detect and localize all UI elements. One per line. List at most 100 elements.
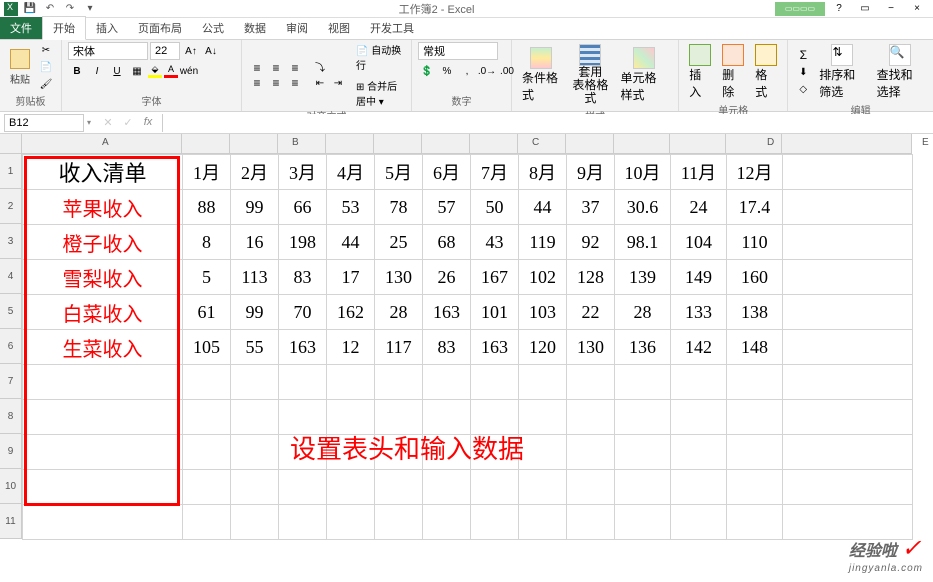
underline-button[interactable]: U <box>108 63 126 79</box>
wrap-text-button[interactable]: 📄 自动换行 <box>356 42 405 72</box>
tab-view[interactable]: 视图 <box>318 17 360 39</box>
font-size-select[interactable] <box>150 42 180 60</box>
cell[interactable] <box>519 505 567 540</box>
tab-developer[interactable]: 开发工具 <box>360 17 424 39</box>
cell[interactable]: 11月 <box>671 155 727 190</box>
cell[interactable]: 8 <box>183 225 231 260</box>
tab-data[interactable]: 数据 <box>234 17 276 39</box>
cell[interactable]: 99 <box>231 295 279 330</box>
align-middle-icon[interactable]: ≡ <box>267 61 285 75</box>
cell[interactable]: 117 <box>375 330 423 365</box>
cell[interactable]: 163 <box>471 330 519 365</box>
cell[interactable]: 101 <box>471 295 519 330</box>
italic-button[interactable]: I <box>88 63 106 79</box>
number-format-select[interactable] <box>418 42 498 60</box>
font-color-icon[interactable]: A <box>164 64 178 78</box>
cell[interactable]: 16 <box>231 225 279 260</box>
cell[interactable] <box>471 505 519 540</box>
cell[interactable]: 26 <box>423 260 471 295</box>
cell[interactable]: 128 <box>567 260 615 295</box>
cell[interactable] <box>279 505 327 540</box>
cell[interactable]: 4月 <box>327 155 375 190</box>
formula-input[interactable] <box>162 114 933 132</box>
cell[interactable]: 17.4 <box>727 190 783 225</box>
name-box[interactable]: B12 <box>4 114 84 132</box>
align-bottom-icon[interactable]: ≡ <box>286 61 304 75</box>
col-header[interactable] <box>230 134 278 154</box>
cell[interactable]: 136 <box>615 330 671 365</box>
copy-icon[interactable]: 📄 <box>37 60 55 76</box>
cell[interactable] <box>783 225 913 260</box>
cell[interactable] <box>783 400 913 435</box>
cell[interactable]: 88 <box>183 190 231 225</box>
increase-decimal-icon[interactable]: .0→ <box>478 63 496 79</box>
insert-cells-button[interactable]: 插入 <box>685 42 715 102</box>
redo-icon[interactable]: ↷ <box>62 1 78 17</box>
cell[interactable] <box>23 505 183 540</box>
cell[interactable] <box>783 295 913 330</box>
cell[interactable] <box>423 470 471 505</box>
tab-home[interactable]: 开始 <box>42 16 86 40</box>
tab-file[interactable]: 文件 <box>0 17 42 39</box>
row-header[interactable]: 1 <box>0 154 22 189</box>
cell[interactable]: 83 <box>423 330 471 365</box>
cell[interactable]: 1月 <box>183 155 231 190</box>
cell[interactable]: 24 <box>671 190 727 225</box>
cell[interactable] <box>783 435 913 470</box>
cell[interactable] <box>231 365 279 400</box>
cell[interactable] <box>615 365 671 400</box>
percent-icon[interactable]: % <box>438 63 456 79</box>
col-header[interactable] <box>670 134 726 154</box>
cell[interactable] <box>183 435 231 470</box>
cell[interactable]: 70 <box>279 295 327 330</box>
cell[interactable]: 110 <box>727 225 783 260</box>
qat-dropdown-icon[interactable]: ▾ <box>82 1 98 17</box>
cell[interactable]: 130 <box>375 260 423 295</box>
cell[interactable]: 12月 <box>727 155 783 190</box>
cell[interactable] <box>23 470 183 505</box>
col-header[interactable] <box>278 134 326 154</box>
cell[interactable] <box>727 400 783 435</box>
font-name-select[interactable] <box>68 42 148 60</box>
clear-icon[interactable]: ◇ <box>794 81 812 97</box>
cell[interactable] <box>423 505 471 540</box>
cell[interactable]: 198 <box>279 225 327 260</box>
cell[interactable] <box>23 435 183 470</box>
cell[interactable]: 162 <box>327 295 375 330</box>
cell[interactable]: 102 <box>519 260 567 295</box>
delete-cells-button[interactable]: 删除 <box>718 42 748 102</box>
col-header[interactable] <box>374 134 422 154</box>
format-painter-icon[interactable]: 🖌 <box>37 77 55 93</box>
cell[interactable] <box>671 400 727 435</box>
save-icon[interactable]: 💾 <box>22 1 38 17</box>
fill-color-icon[interactable]: ⬙ <box>148 64 162 78</box>
cell[interactable] <box>183 400 231 435</box>
cell[interactable]: 10月 <box>615 155 671 190</box>
conditional-format-button[interactable]: 条件格式 <box>518 45 564 105</box>
cell[interactable] <box>783 365 913 400</box>
cell[interactable] <box>519 365 567 400</box>
cell[interactable] <box>327 505 375 540</box>
cell[interactable]: 57 <box>423 190 471 225</box>
cell[interactable] <box>519 470 567 505</box>
cell[interactable]: 橙子收入 <box>23 225 183 260</box>
col-header[interactable] <box>422 134 470 154</box>
cell[interactable] <box>375 365 423 400</box>
row-header[interactable]: 6 <box>0 329 22 364</box>
cell[interactable] <box>727 365 783 400</box>
accounting-format-icon[interactable]: 💲 <box>418 63 436 79</box>
cell[interactable] <box>327 365 375 400</box>
cell[interactable] <box>783 155 913 190</box>
cell[interactable] <box>423 365 471 400</box>
cell[interactable]: 133 <box>671 295 727 330</box>
col-header[interactable] <box>470 134 518 154</box>
sort-filter-button[interactable]: ⇅ 排序和筛选 <box>815 42 869 102</box>
cell[interactable] <box>519 400 567 435</box>
cell[interactable] <box>183 505 231 540</box>
cell[interactable]: 66 <box>279 190 327 225</box>
cell[interactable] <box>615 470 671 505</box>
cell[interactable] <box>671 435 727 470</box>
col-header[interactable] <box>326 134 374 154</box>
cell[interactable] <box>567 505 615 540</box>
cell[interactable] <box>567 365 615 400</box>
